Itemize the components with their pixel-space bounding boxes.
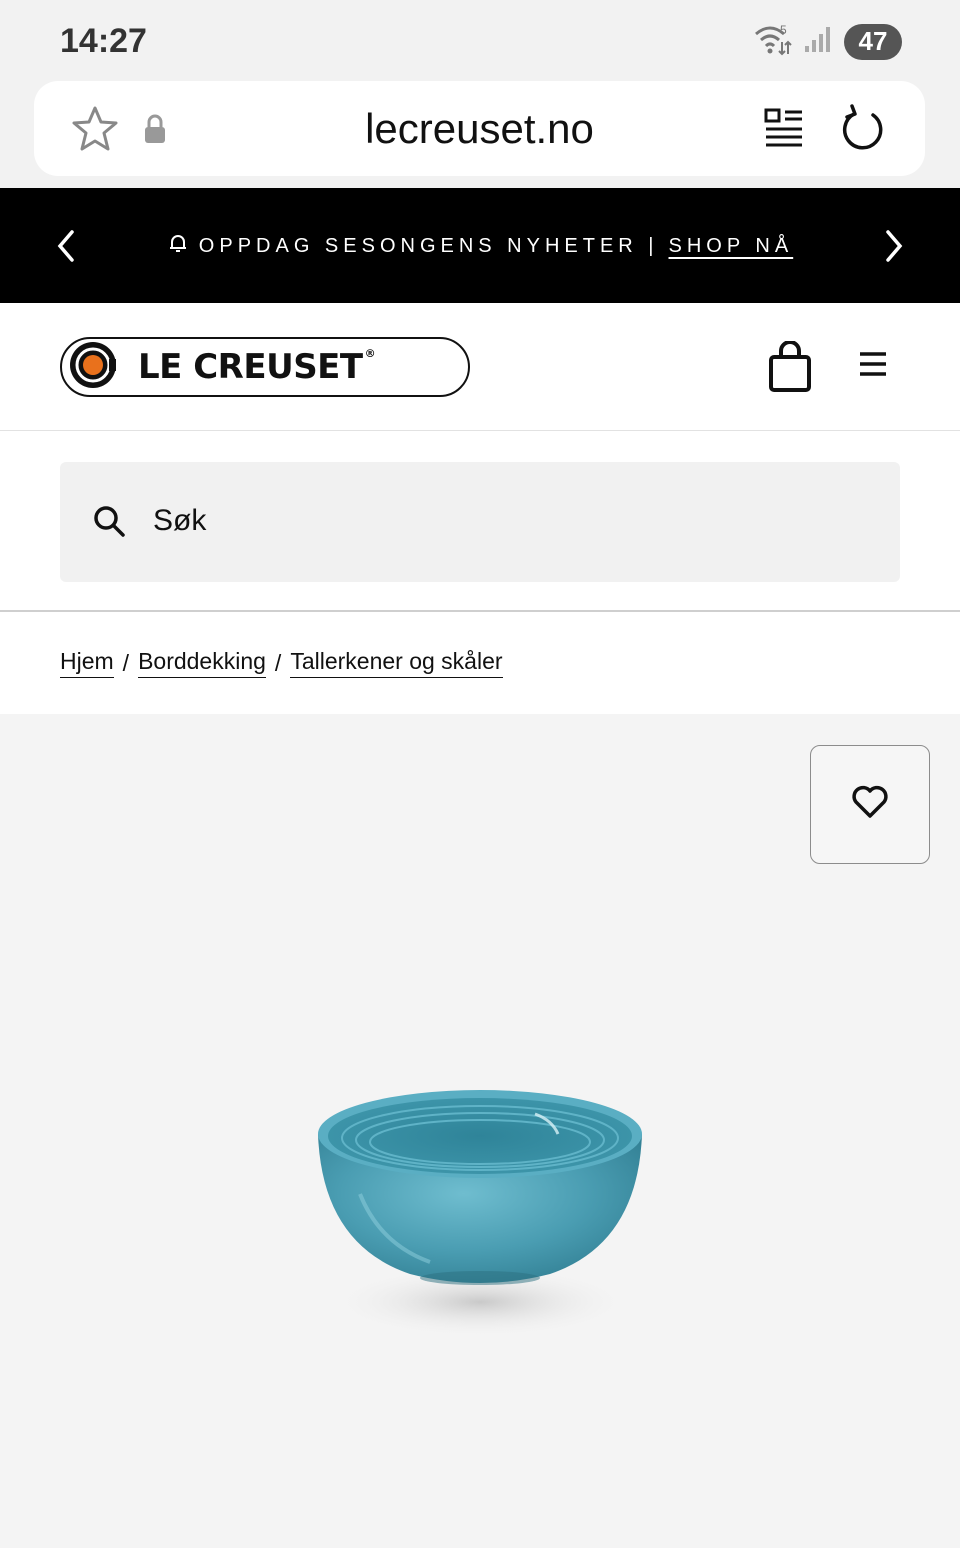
bell-icon: [167, 232, 189, 260]
battery-indicator: 47: [844, 23, 902, 60]
breadcrumb-item-tallerkener[interactable]: Tallerkener og skåler: [290, 648, 503, 678]
status-bar: 14:27 5 47: [0, 0, 960, 82]
breadcrumb: Hjem / Borddekking / Tallerkener og skål…: [0, 612, 960, 714]
chevron-right-icon[interactable]: [880, 228, 908, 269]
heart-icon: [850, 784, 890, 825]
cell-signal-icon: [804, 24, 832, 59]
wishlist-button[interactable]: [810, 745, 930, 864]
hamburger-menu-icon[interactable]: [858, 351, 888, 382]
wifi-icon: 5: [752, 22, 792, 61]
browser-url-bar[interactable]: lecreuset.no: [34, 81, 925, 176]
reader-view-icon[interactable]: [764, 107, 804, 154]
logo-emblem-icon: [68, 340, 118, 395]
promo-message: OPPDAG SESONGENS NYHETER | SHOP NÅ: [0, 232, 960, 260]
reload-icon[interactable]: [840, 103, 886, 158]
logo-wordmark: LE CREUSET ®: [138, 347, 376, 387]
product-image-area: [0, 714, 960, 1548]
search-placeholder: Søk: [153, 504, 207, 537]
breadcrumb-separator: /: [122, 649, 130, 676]
status-time: 14:27: [60, 22, 147, 60]
network-type-label: 5: [780, 23, 787, 37]
shopping-bag-icon[interactable]: [766, 340, 814, 398]
search-input[interactable]: Søk: [60, 462, 900, 582]
promo-banner: OPPDAG SESONGENS NYHETER | SHOP NÅ: [0, 188, 960, 303]
status-indicators: 5 47: [752, 22, 902, 61]
shop-now-link[interactable]: SHOP NÅ: [669, 235, 794, 258]
promo-text: OPPDAG SESONGENS NYHETER |: [198, 234, 659, 257]
breadcrumb-separator: /: [274, 649, 282, 676]
breadcrumb-item-borddekking[interactable]: Borddekking: [138, 648, 266, 678]
product-image-bowl[interactable]: [300, 1074, 660, 1359]
le-creuset-logo[interactable]: LE CREUSET ®: [60, 337, 470, 397]
search-section: Søk: [0, 431, 960, 612]
site-header: LE CREUSET ®: [0, 303, 960, 431]
search-icon: [92, 504, 128, 545]
breadcrumb-item-home[interactable]: Hjem: [60, 648, 114, 678]
